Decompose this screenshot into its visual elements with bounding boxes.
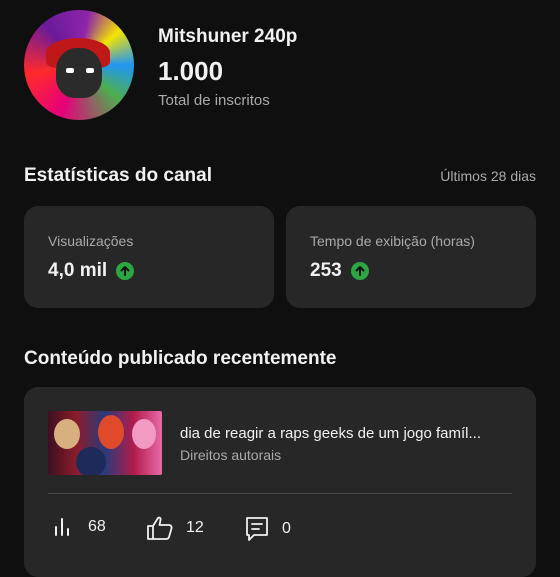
comment-icon — [246, 517, 268, 541]
watch-time-value-row: 253 — [310, 260, 369, 282]
views-value: 4,0 mil — [48, 260, 108, 281]
thumbnail-figure — [98, 415, 124, 449]
views-count: 68 — [88, 518, 106, 535]
thumbnail-figure — [54, 419, 80, 449]
channel-avatar[interactable] — [24, 10, 134, 120]
subscriber-label: Total de inscritos — [158, 92, 270, 109]
stats-section-title: Estatísticas do canal — [24, 165, 212, 186]
arrow-up-icon — [116, 262, 135, 280]
subscriber-count: 1.000 — [158, 56, 224, 86]
recent-video-card[interactable]: dia de reagir a raps geeks de um jogo fa… — [24, 387, 536, 577]
views-metric: 68 — [52, 515, 106, 539]
video-title[interactable]: dia de reagir a raps geeks de um jogo fa… — [180, 425, 481, 442]
watch-time-value: 253 — [310, 260, 342, 281]
recent-section-title: Conteúdo publicado recentemente — [24, 348, 337, 369]
views-value-row: 4,0 mil — [48, 260, 135, 282]
views-label: Visualizações — [48, 233, 134, 249]
divider — [48, 493, 512, 494]
avatar-eye — [66, 68, 74, 73]
thumbs-up-icon — [147, 516, 173, 540]
watch-time-label: Tempo de exibição (horas) — [310, 233, 475, 249]
thumbnail-figure — [132, 419, 156, 449]
avatar-eye — [86, 68, 94, 73]
video-copyright-status[interactable]: Direitos autorais — [180, 447, 281, 463]
video-thumbnail[interactable] — [48, 411, 162, 475]
comments-count: 0 — [282, 520, 291, 537]
watch-time-card[interactable]: Tempo de exibição (horas) 253 — [286, 206, 536, 308]
views-card[interactable]: Visualizações 4,0 mil — [24, 206, 274, 308]
bar-chart-icon — [55, 518, 69, 536]
avatar-face — [56, 48, 102, 98]
thumbnail-figure — [76, 447, 106, 475]
likes-metric: 12 — [146, 515, 204, 541]
arrow-up-icon — [350, 262, 369, 280]
channel-name: Mitshuner 240p — [158, 26, 298, 47]
stats-period: Últimos 28 dias — [440, 168, 536, 184]
likes-count: 12 — [186, 519, 204, 536]
comments-metric: 0 — [244, 515, 291, 543]
